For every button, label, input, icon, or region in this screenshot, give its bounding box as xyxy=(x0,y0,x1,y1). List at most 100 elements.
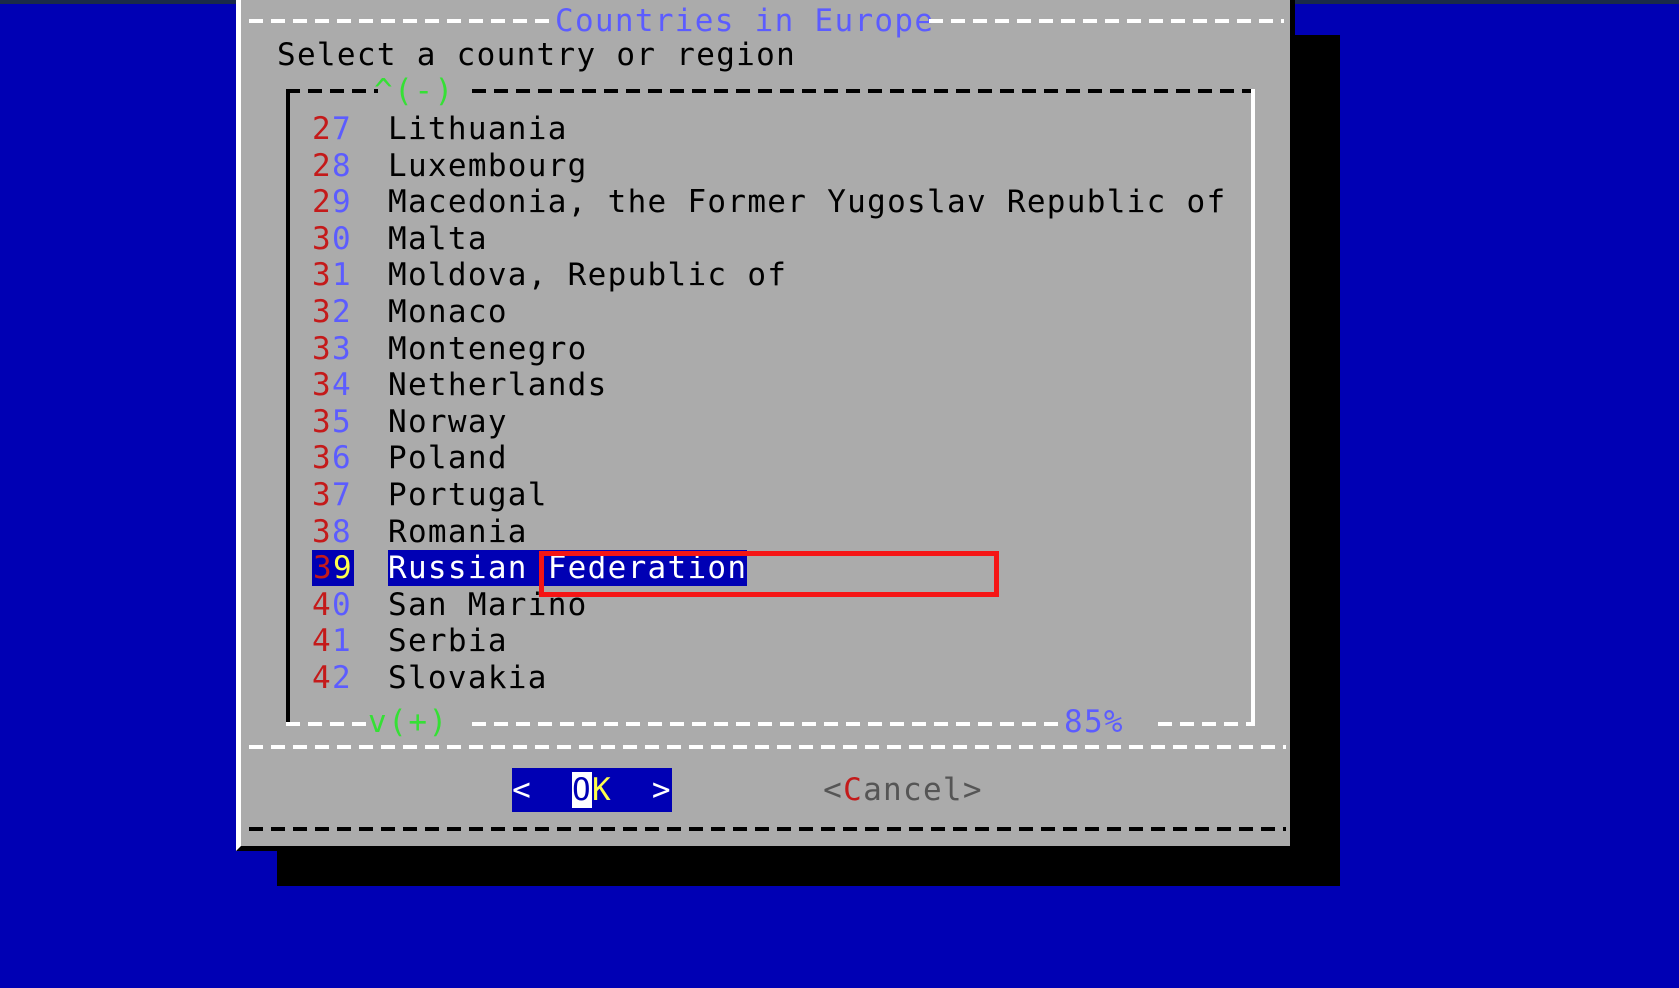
country-row[interactable]: 38 Romania xyxy=(312,514,1242,551)
country-row[interactable]: 28 Luxembourg xyxy=(312,148,1242,185)
country-index-digit2: 5 xyxy=(331,403,352,440)
country-row[interactable]: 40 San Marino xyxy=(312,587,1242,624)
country-name: Russian Federation xyxy=(388,550,748,587)
country-index-digit2: 3 xyxy=(331,330,352,367)
listbox-border-bottom-right xyxy=(1158,722,1255,726)
country-index: 32 xyxy=(312,294,388,331)
country-index-digit2: 7 xyxy=(331,111,352,147)
country-index: 38 xyxy=(312,514,388,551)
country-row[interactable]: 32 Monaco xyxy=(312,294,1242,331)
ok-trail-space xyxy=(612,772,652,808)
country-index: 40 xyxy=(312,587,388,624)
country-row[interactable]: 42 Slovakia xyxy=(312,660,1242,697)
country-row[interactable]: 30 Malta xyxy=(312,221,1242,258)
country-row[interactable]: 35 Norway xyxy=(312,404,1242,441)
country-row[interactable]: 29 Macedonia, the Former Yugoslav Republi… xyxy=(312,184,1242,221)
country-name: Lithuania xyxy=(388,111,568,147)
button-separator-bottom xyxy=(249,827,1286,831)
scroll-down-indicator[interactable]: v(+) xyxy=(368,706,449,739)
country-name: Serbia xyxy=(388,623,508,660)
country-index: 31 xyxy=(312,257,388,294)
country-row[interactable]: 34 Netherlands xyxy=(312,367,1242,404)
country-index: 30 xyxy=(312,221,388,258)
country-row[interactable]: 27 Lithuania xyxy=(312,111,1242,148)
ok-cursor-char: O xyxy=(572,772,592,808)
country-index-digit2: 0 xyxy=(331,586,352,623)
country-index-digit2: 7 xyxy=(331,476,352,513)
country-index-digit2: 8 xyxy=(331,147,352,184)
cancel-left-bracket: < xyxy=(823,772,844,808)
scroll-up-indicator[interactable]: ^(-) xyxy=(374,75,455,108)
country-row[interactable]: 41 Serbia xyxy=(312,623,1242,660)
country-index: 35 xyxy=(312,404,388,441)
ok-right-bracket: > xyxy=(651,772,672,808)
country-index-digit2: 9 xyxy=(331,184,352,221)
listbox-border-bottom-left xyxy=(286,722,372,726)
cancel-hotkey: C xyxy=(843,772,864,808)
dialog-titlebar: Countries in Europe xyxy=(241,3,1290,39)
country-list: 27 Lithuania 28 Luxembourg 29 Macedonia, the … xyxy=(312,111,1242,697)
country-name: Macedonia, the Former Yugoslav Republic … xyxy=(388,184,1227,221)
country-row-selected[interactable]: 39 Russian Federation xyxy=(312,550,1242,587)
country-index-digit1: 3 xyxy=(312,220,332,257)
country-index: 33 xyxy=(312,331,388,368)
country-index-digit1: 4 xyxy=(312,659,332,696)
title-rule-right xyxy=(929,19,1284,23)
country-index-digit1: 3 xyxy=(312,476,332,513)
dialog-buttonbar: < OK > <Cancel> xyxy=(241,768,1290,812)
title-rule-left xyxy=(249,19,555,23)
country-row[interactable]: 33 Montenegro xyxy=(312,331,1242,368)
country-index: 39 xyxy=(312,550,388,587)
country-index-digit1: 2 xyxy=(312,111,332,147)
dialog-prompt: Select a country or region xyxy=(277,37,797,73)
country-index: 28 xyxy=(312,148,388,185)
country-name: Norway xyxy=(388,403,508,440)
country-name: Luxembourg xyxy=(388,147,588,184)
country-listbox[interactable]: ^(-) v(+) 85% 27 Lithuania 28 Luxembourg 29 M… xyxy=(286,75,1255,739)
ok-button[interactable]: < OK > xyxy=(512,768,672,812)
ok-left-bracket: < xyxy=(512,772,533,808)
cancel-label-rest: ancel xyxy=(863,772,963,808)
country-index-digit2: 2 xyxy=(331,659,352,696)
country-index-digit2: 6 xyxy=(331,440,352,477)
country-name: Romania xyxy=(388,513,528,550)
ok-hot-rest: K xyxy=(592,772,612,808)
country-index-digit1: 3 xyxy=(312,513,332,550)
ok-lead-space xyxy=(532,772,572,808)
country-index-digit1: 2 xyxy=(312,147,332,184)
country-name: Monaco xyxy=(388,293,508,330)
button-separator-top xyxy=(249,745,1286,749)
country-name: Moldova, Republic of xyxy=(388,257,788,294)
country-index-digit2: 1 xyxy=(331,257,352,294)
listbox-border-right xyxy=(1251,89,1255,726)
country-index-digit1: 3 xyxy=(312,330,332,367)
country-index-digit2: 1 xyxy=(331,623,352,660)
listbox-border-top-right xyxy=(472,89,1255,93)
country-name: Montenegro xyxy=(388,330,588,367)
country-select-dialog: Countries in Europe Select a country or … xyxy=(236,0,1295,851)
country-index-digit2: 4 xyxy=(331,367,352,404)
country-index: 42 xyxy=(312,660,388,697)
cancel-right-bracket: > xyxy=(962,772,983,808)
country-name: Poland xyxy=(388,440,508,477)
country-row[interactable]: 36 Poland xyxy=(312,440,1242,477)
country-index: 36 xyxy=(312,440,388,477)
country-index-digit1: 4 xyxy=(312,586,332,623)
country-row[interactable]: 31 Moldova, Republic of xyxy=(312,257,1242,294)
country-index-digit2: 8 xyxy=(331,513,352,550)
country-row[interactable]: 37 Portugal xyxy=(312,477,1242,514)
country-index: 34 xyxy=(312,367,388,404)
country-index-digit1: 3 xyxy=(312,367,332,404)
country-index: 37 xyxy=(312,477,388,514)
country-name: Slovakia xyxy=(388,659,548,696)
country-index-digit1: 4 xyxy=(312,623,332,660)
country-index: 41 xyxy=(312,623,388,660)
country-index-digit1: 3 xyxy=(312,440,332,477)
country-index-digit1: 3 xyxy=(312,257,332,294)
listbox-border-bottom-mid xyxy=(472,722,1064,726)
cancel-button[interactable]: <Cancel> xyxy=(803,768,1003,812)
dialog-title: Countries in Europe xyxy=(555,3,935,39)
country-index-digit2: 0 xyxy=(331,220,352,257)
listbox-border-top-left xyxy=(286,89,378,93)
country-index-digit1: 3 xyxy=(312,403,332,440)
